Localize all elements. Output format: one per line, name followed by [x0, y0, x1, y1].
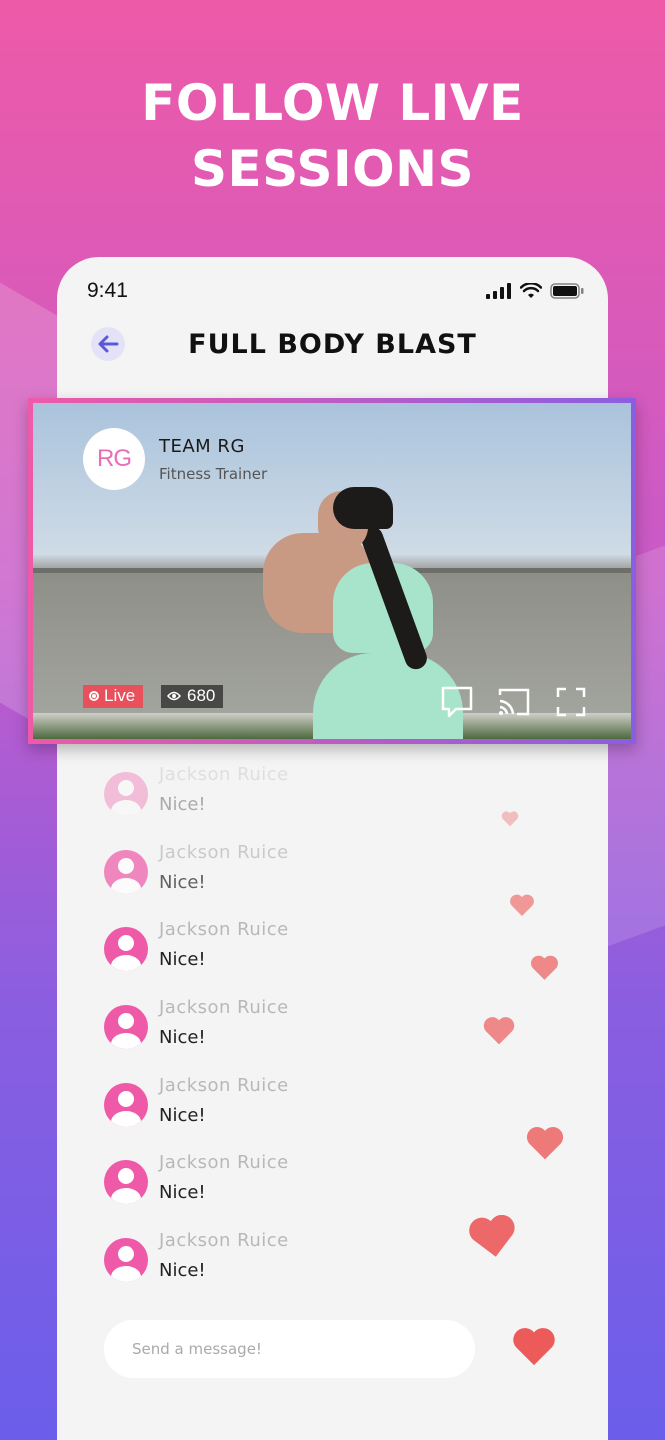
trainer-info[interactable]: RG TEAM RG Fitness Trainer — [83, 428, 267, 490]
live-label: Live — [104, 686, 136, 705]
trainer-logo: RG — [83, 428, 145, 490]
chat-list: Jackson Ruice Nice! Jackson Ruice Nice! Jack… — [104, 762, 504, 1306]
eye-icon — [167, 691, 181, 701]
status-bar: 9:41 — [87, 277, 584, 305]
floating-heart-icon — [531, 955, 558, 980]
user-avatar-icon[interactable] — [104, 1160, 148, 1205]
chat-message: Nice! — [159, 1027, 206, 1049]
chat-item: Jackson Ruice Nice! — [104, 1073, 504, 1151]
floating-heart-icon — [469, 1215, 515, 1257]
chat-username: Jackson Ruice — [159, 997, 289, 1019]
chat-item: Jackson Ruice Nice! — [104, 1150, 504, 1228]
user-avatar-icon[interactable] — [104, 1005, 148, 1050]
chat-username: Jackson Ruice — [159, 1230, 289, 1252]
chat-item: Jackson Ruice Nice! — [104, 917, 504, 995]
headline-line-1: FOLLOW LIVE — [141, 74, 524, 132]
chat-icon[interactable] — [440, 685, 474, 719]
trainer-name: TEAM RG — [159, 435, 245, 457]
live-badge: Live — [83, 685, 144, 708]
status-time: 9:41 — [87, 279, 128, 302]
cellular-signal-icon — [486, 283, 511, 299]
user-avatar-icon[interactable] — [104, 849, 148, 894]
user-avatar-icon[interactable] — [104, 1082, 148, 1127]
viewer-count-badge: 680 — [161, 685, 224, 708]
promo-headline: FOLLOW LIVE SESSIONS — [0, 70, 665, 202]
user-avatar-icon[interactable] — [104, 1238, 148, 1283]
nav-bar: FULL BODY BLAST — [57, 323, 608, 367]
message-input[interactable] — [104, 1320, 475, 1378]
chat-item: Jackson Ruice Nice! — [104, 995, 504, 1073]
floating-heart-icon — [510, 894, 534, 916]
user-avatar-icon[interactable] — [104, 772, 148, 816]
video-stream[interactable]: RG TEAM RG Fitness Trainer Live 680 — [33, 403, 631, 739]
page-title: FULL BODY BLAST — [188, 329, 477, 360]
video-person-hair — [333, 487, 393, 529]
floating-heart-icon — [501, 811, 519, 827]
chat-username: Jackson Ruice — [159, 764, 289, 785]
chat-username: Jackson Ruice — [159, 841, 289, 863]
chat-message: Nice! — [159, 1182, 206, 1204]
chat-message: Nice! — [159, 949, 206, 971]
chat-message: Nice! — [159, 794, 206, 815]
chat-item: Jackson Ruice Nice! — [104, 762, 504, 840]
user-avatar-icon[interactable] — [104, 927, 148, 972]
headline-line-2: SESSIONS — [191, 140, 474, 198]
viewer-count: 680 — [187, 686, 216, 705]
chat-message: Nice! — [159, 1104, 206, 1126]
floating-heart-icon — [483, 1017, 515, 1045]
chat-username: Jackson Ruice — [159, 919, 289, 941]
chat-message: Nice! — [159, 1260, 206, 1282]
wifi-icon — [520, 283, 542, 298]
chat-item: Jackson Ruice Nice! — [104, 840, 504, 918]
chat-item: Jackson Ruice Nice! — [104, 1228, 504, 1306]
send-heart-button[interactable] — [512, 1327, 556, 1367]
status-icons — [486, 283, 584, 299]
live-dot-icon — [89, 691, 99, 701]
video-player[interactable]: RG TEAM RG Fitness Trainer Live 680 — [28, 398, 636, 744]
chat-username: Jackson Ruice — [159, 1152, 289, 1174]
chat-username: Jackson Ruice — [159, 1074, 289, 1096]
floating-heart-icon — [526, 1127, 564, 1160]
cast-icon[interactable] — [497, 685, 531, 719]
fullscreen-icon[interactable] — [554, 685, 588, 719]
trainer-role: Fitness Trainer — [159, 464, 268, 483]
chat-message: Nice! — [159, 871, 206, 893]
battery-icon — [550, 283, 584, 299]
